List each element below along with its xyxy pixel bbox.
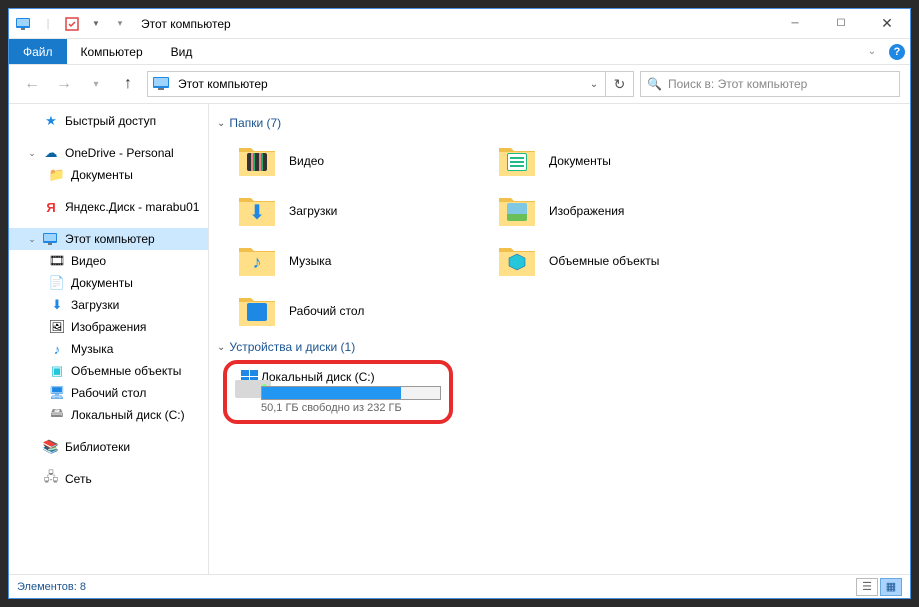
sidebar-downloads[interactable]: ⬇Загрузки [9,294,208,316]
folder-video[interactable]: Видео [217,136,477,186]
computer-tab[interactable]: Компьютер [67,39,157,64]
sidebar-desktop[interactable]: 🖥Рабочий стол [9,382,208,404]
search-placeholder: Поиск в: Этот компьютер [668,77,807,91]
search-input[interactable]: 🔍 Поиск в: Этот компьютер [640,71,900,97]
desktop-icon: 🖥 [49,385,65,401]
sidebar-3d[interactable]: ▣Объемные объекты [9,360,208,382]
folder-docs[interactable]: Документы [477,136,737,186]
sidebar-onedrive-docs[interactable]: 📁Документы [9,164,208,186]
sidebar-localdisk[interactable]: 🖴Локальный диск (C:) [9,404,208,426]
explorer-window: | ▼ ▾ Этот компьютер ─ ☐ ✕ Файл Компьюте… [8,8,911,599]
statusbar: Элементов: 8 ☰ ▦ [9,574,910,598]
up-button[interactable]: ↑ [115,71,141,97]
folders-grid: Видео Документы ⬇ Загрузки Изображения ♪… [217,136,902,336]
content-pane: ⌄Папки (7) Видео Документы ⬇ Загрузки Из… [209,104,910,574]
drive-name: Локальный диск (C:) [261,370,441,384]
view-details-button[interactable]: ☰ [856,578,878,596]
docs-folder-icon [497,144,537,178]
ribbon-expand-icon[interactable]: ⌄ [860,39,884,64]
sidebar-music[interactable]: ♪Музыка [9,338,208,360]
drive-free-text: 50,1 ГБ свободно из 232 ГБ [261,402,441,414]
sidebar-onedrive[interactable]: ⌄☁OneDrive - Personal [9,142,208,164]
window-title: Этот компьютер [141,17,231,31]
music-icon: ♪ [49,341,65,357]
sidebar-network[interactable]: 🖧Сеть [9,468,208,490]
forward-button[interactable]: → [51,71,77,97]
view-tab[interactable]: Вид [157,39,207,64]
qat-separator: | [39,15,57,33]
minimize-button[interactable]: ─ [772,9,818,39]
video-folder-icon [237,144,277,178]
folder-icon: 📁 [49,167,65,183]
cloud-icon: ☁ [43,145,59,161]
section-devices[interactable]: ⌄Устройства и диски (1) [217,340,902,354]
drive-c[interactable]: Локальный диск (C:) 50,1 ГБ свободно из … [223,360,453,424]
folder-desktop[interactable]: Рабочий стол [217,286,477,336]
star-icon: ★ [43,113,59,129]
app-icon [15,15,33,33]
sidebar-quick-access[interactable]: ★Быстрый доступ [9,110,208,132]
sidebar-video[interactable]: 🎞Видео [9,250,208,272]
maximize-button[interactable]: ☐ [818,9,864,39]
docs-icon: 📄 [49,275,65,291]
address-bar[interactable]: Этот компьютер ⌄ ↻ [147,71,634,97]
drive-icon: 🖴 [49,407,65,423]
cube-folder-icon [497,244,537,278]
desktop-folder-icon [237,294,277,328]
refresh-button[interactable]: ↻ [605,72,633,96]
properties-icon[interactable] [63,15,81,33]
nav-row: ← → ▾ ↑ Этот компьютер ⌄ ↻ 🔍 Поиск в: Эт… [9,65,910,103]
quick-access-toolbar: | ▼ ▾ Этот компьютер [9,15,231,33]
sidebar-libraries[interactable]: 📚Библиотеки [9,436,208,458]
drive-usage-bar [261,386,441,400]
breadcrumb-text: Этот компьютер [178,77,583,91]
sidebar-docs[interactable]: 📄Документы [9,272,208,294]
downloads-icon: ⬇ [49,297,65,313]
ribbon-tabs: Файл Компьютер Вид ⌄ ? [9,39,910,65]
help-button[interactable]: ? [884,39,910,64]
cube-icon: ▣ [49,363,65,379]
downloads-folder-icon: ⬇ [237,194,277,228]
file-menu[interactable]: Файл [9,39,67,64]
images-folder-icon [497,194,537,228]
item-count: Элементов: 8 [17,581,86,593]
yandex-icon: Я [43,199,59,215]
search-icon: 🔍 [647,77,662,91]
breadcrumb-dropdown-icon[interactable]: ⌄ [583,79,605,90]
qat-overflow[interactable]: ▾ [111,15,129,33]
back-button[interactable]: ← [19,71,45,97]
music-folder-icon: ♪ [237,244,277,278]
chevron-down-icon: ⌄ [217,118,225,129]
section-folders[interactable]: ⌄Папки (7) [217,116,902,130]
folder-3d[interactable]: Объемные объекты [477,236,737,286]
recent-locations[interactable]: ▾ [83,71,109,97]
view-tiles-button[interactable]: ▦ [880,578,902,596]
sidebar-this-pc[interactable]: ⌄Этот компьютер [9,228,208,250]
pc-icon [152,76,172,92]
folder-music[interactable]: ♪ Музыка [217,236,477,286]
pc-icon [43,231,59,247]
nav-tree: ★Быстрый доступ ⌄☁OneDrive - Personal 📁Д… [9,104,209,574]
folder-downloads[interactable]: ⬇ Загрузки [217,186,477,236]
body: ★Быстрый доступ ⌄☁OneDrive - Personal 📁Д… [9,103,910,574]
network-icon: 🖧 [43,471,59,487]
video-icon: 🎞 [49,253,65,269]
libraries-icon: 📚 [43,439,59,455]
chevron-down-icon: ⌄ [217,342,225,353]
sidebar-images[interactable]: 🖼Изображения [9,316,208,338]
sidebar-yandex[interactable]: ЯЯндекс.Диск - marabu01 [9,196,208,218]
folder-images[interactable]: Изображения [477,186,737,236]
close-button[interactable]: ✕ [864,9,910,39]
drive-info: Локальный диск (C:) 50,1 ГБ свободно из … [261,370,441,414]
titlebar: | ▼ ▾ Этот компьютер ─ ☐ ✕ [9,9,910,39]
qat-dropdown-icon[interactable]: ▼ [87,15,105,33]
drive-icon [235,370,251,400]
images-icon: 🖼 [49,319,65,335]
window-controls: ─ ☐ ✕ [772,9,910,39]
